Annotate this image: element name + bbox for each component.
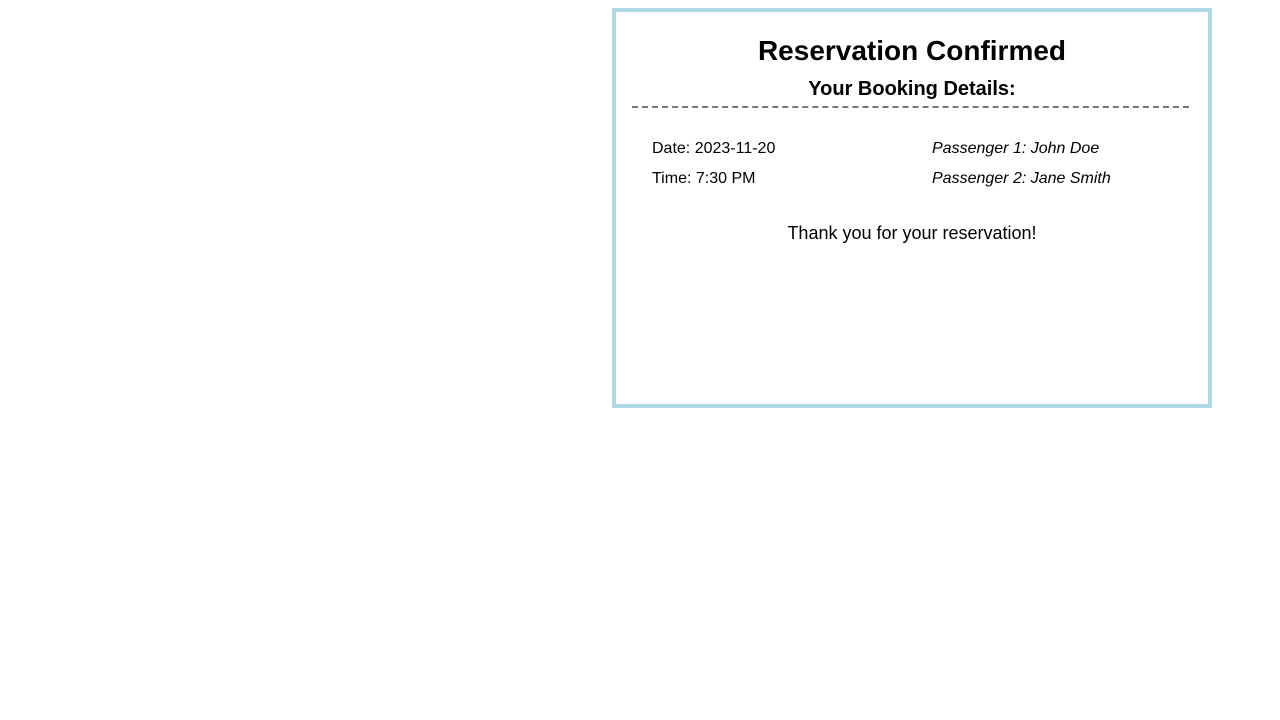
passenger-1: Passenger 1: John Doe	[932, 140, 1100, 157]
thank-you-message: Thank you for your reservation!	[787, 223, 1037, 243]
detail-row: Time: 7:30 PM Passenger 2: Jane Smith	[652, 164, 1184, 194]
booking-date: Date: 2023-11-20	[652, 140, 776, 157]
page-title: Reservation Confirmed	[757, 35, 1067, 66]
booking-time: Time: 7:30 PM	[652, 170, 756, 187]
detail-row: Date: 2023-11-20 Passenger 1: John Doe	[652, 134, 1184, 164]
dashed-divider	[632, 106, 1189, 108]
booking-details: Date: 2023-11-20 Passenger 1: John Doe T…	[652, 134, 1184, 194]
reservation-card: Reservation Confirmed Your Booking Detai…	[612, 8, 1212, 408]
booking-details-heading: Your Booking Details:	[808, 78, 1016, 100]
passenger-2: Passenger 2: Jane Smith	[932, 170, 1111, 187]
